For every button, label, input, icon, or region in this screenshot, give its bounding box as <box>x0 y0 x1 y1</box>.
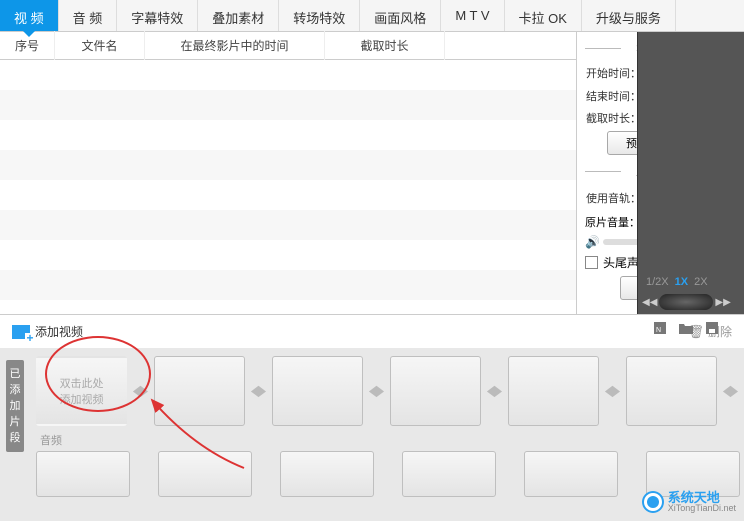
audio-clip-slot[interactable] <box>158 451 252 497</box>
clip-slot[interactable] <box>272 356 363 426</box>
add-video-label: 添加视频 <box>35 323 83 340</box>
audio-clip-slot[interactable] <box>402 451 496 497</box>
column-headers: 序号 文件名 在最终影片中的时间 截取时长 <box>0 32 576 60</box>
end-time-label: 结束时间： <box>585 88 641 104</box>
list-toolbar: 添加视频 🗑 删除 <box>0 314 744 348</box>
clip-slot[interactable] <box>508 356 599 426</box>
transition-icon[interactable] <box>485 381 504 401</box>
duration-label: 截取时长： <box>585 110 641 126</box>
transition-icon[interactable] <box>131 381 150 401</box>
timeline: 已添加片段 双击此处 添加视频 音频 <box>0 348 744 521</box>
next-frame-icon[interactable]: ▶▶ <box>715 297 730 308</box>
tab-subtitle[interactable]: 字幕特效 <box>117 0 198 31</box>
prev-frame-icon[interactable]: ◀◀ <box>642 297 657 308</box>
tab-mtv[interactable]: M T V <box>441 0 504 31</box>
audio-clip-slot[interactable] <box>280 451 374 497</box>
watermark-text-en: XiTongTianDi.net <box>668 504 736 513</box>
watermark-logo-icon <box>642 491 664 513</box>
start-time-label: 开始时间： <box>585 65 641 81</box>
open-folder-icon[interactable] <box>678 320 694 336</box>
clip-slot-placeholder[interactable]: 双击此处 添加视频 <box>36 356 127 426</box>
watermark: 系统天地 XiTongTianDi.net <box>642 491 736 513</box>
volume-label: 原片音量： <box>585 214 640 230</box>
col-filename: 文件名 <box>55 31 145 60</box>
audio-track-label: 音频 <box>40 432 744 448</box>
zoom-1x[interactable]: 1X <box>675 276 688 288</box>
speaker-icon: 🔊 <box>585 235 599 249</box>
col-time: 在最终影片中的时间 <box>145 31 325 60</box>
main-tabs: 视 频 音 频 字幕特效 叠加素材 转场特效 画面风格 M T V 卡拉 OK … <box>0 0 744 32</box>
tab-upgrade[interactable]: 升级与服务 <box>582 0 676 31</box>
transition-icon[interactable] <box>603 381 622 401</box>
tab-style[interactable]: 画面风格 <box>360 0 441 31</box>
placeholder-text-1: 双击此处 <box>60 375 104 391</box>
zoom-half[interactable]: 1/2X <box>646 276 669 288</box>
transition-icon[interactable] <box>721 381 740 401</box>
zoom-2x[interactable]: 2X <box>694 276 707 288</box>
tab-video[interactable]: 视 频 <box>0 0 59 31</box>
jog-wheel[interactable] <box>659 294 713 310</box>
add-video-button[interactable]: 添加视频 <box>12 323 83 340</box>
tab-audio[interactable]: 音 频 <box>59 0 118 31</box>
transition-icon[interactable] <box>249 381 268 401</box>
fade-checkbox[interactable] <box>585 256 598 269</box>
svg-text:N: N <box>656 327 661 334</box>
tab-overlay[interactable]: 叠加素材 <box>198 0 279 31</box>
track-label: 使用音轨： <box>585 190 641 206</box>
placeholder-text-2: 添加视频 <box>60 391 104 407</box>
col-duration: 截取时长 <box>325 31 445 60</box>
tab-transition[interactable]: 转场特效 <box>279 0 360 31</box>
clip-slot[interactable] <box>626 356 717 426</box>
save-icon[interactable] <box>704 320 720 336</box>
clip-list-panel: 序号 文件名 在最终影片中的时间 截取时长 <box>0 32 576 314</box>
new-icon[interactable]: N <box>652 320 668 336</box>
add-video-icon <box>12 325 30 339</box>
clip-slot[interactable] <box>154 356 245 426</box>
clip-slot[interactable] <box>390 356 481 426</box>
clip-list[interactable] <box>0 60 576 314</box>
tab-karaoke[interactable]: 卡拉 OK <box>505 0 582 31</box>
added-clips-label: 已添加片段 <box>6 360 24 452</box>
audio-clip-slot[interactable] <box>36 451 130 497</box>
transition-icon[interactable] <box>367 381 386 401</box>
audio-clip-slot[interactable] <box>524 451 618 497</box>
preview-panel: 1/2X 1X 2X ◀◀ ▶▶ N <box>637 32 744 314</box>
